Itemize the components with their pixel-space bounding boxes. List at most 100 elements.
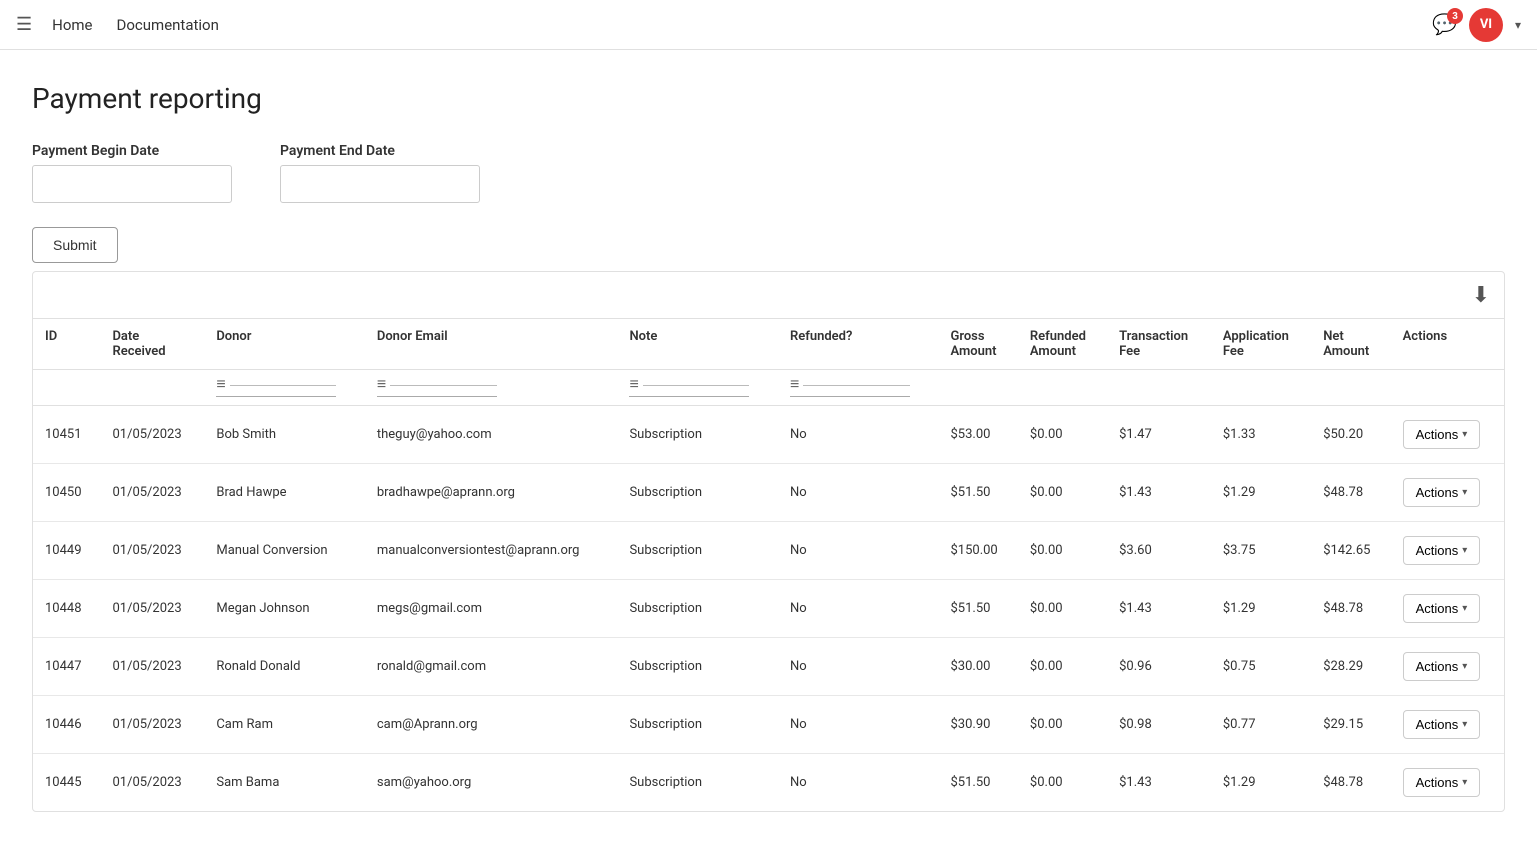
nav-documentation-link[interactable]: Documentation: [117, 16, 219, 34]
actions-button[interactable]: Actions ▾: [1403, 536, 1481, 565]
cell-refunded: No: [778, 638, 939, 696]
cell-application-fee: $1.29: [1211, 754, 1311, 812]
cell-application-fee: $0.75: [1211, 638, 1311, 696]
submit-button[interactable]: Submit: [32, 227, 118, 263]
end-date-input[interactable]: [280, 165, 480, 203]
actions-button[interactable]: Actions ▾: [1403, 594, 1481, 623]
cell-refunded: No: [778, 754, 939, 812]
cell-id: 10449: [33, 522, 100, 580]
nav-home-link[interactable]: Home: [52, 16, 92, 34]
cell-donor-email: theguy@yahoo.com: [365, 406, 618, 464]
col-header-application-fee: ApplicationFee: [1211, 319, 1311, 370]
actions-chevron-icon: ▾: [1462, 545, 1467, 556]
cell-refunded-amount: $0.00: [1018, 464, 1107, 522]
avatar-chevron-icon[interactable]: ▾: [1515, 18, 1521, 32]
actions-button[interactable]: Actions ▾: [1403, 652, 1481, 681]
cell-transaction-fee: $1.43: [1107, 580, 1211, 638]
actions-label: Actions: [1416, 427, 1459, 442]
donor-email-filter-input[interactable]: ≡: [377, 374, 497, 397]
navbar-links: Home Documentation: [52, 16, 1432, 34]
cell-refunded: No: [778, 580, 939, 638]
actions-button[interactable]: Actions ▾: [1403, 710, 1481, 739]
actions-label: Actions: [1416, 659, 1459, 674]
end-date-label: Payment End Date: [280, 143, 480, 159]
cell-id: 10448: [33, 580, 100, 638]
hamburger-menu-icon[interactable]: ☰: [16, 14, 32, 35]
cell-gross-amount: $30.00: [938, 638, 1017, 696]
refunded-filter-icon: ≡: [790, 374, 799, 394]
cell-application-fee: $1.29: [1211, 464, 1311, 522]
col-header-note: Note: [617, 319, 778, 370]
cell-gross-amount: $30.90: [938, 696, 1017, 754]
payment-table-container: ⬇︎ ID DateReceived Donor Donor Email Not…: [32, 271, 1505, 812]
actions-chevron-icon: ▾: [1462, 777, 1467, 788]
page-title: Payment reporting: [32, 82, 1505, 115]
cell-donor-email: sam@yahoo.org: [365, 754, 618, 812]
cell-transaction-fee: $0.98: [1107, 696, 1211, 754]
actions-chevron-icon: ▾: [1462, 603, 1467, 614]
cell-donor-email: manualconversiontest@aprann.org: [365, 522, 618, 580]
table-row: 10451 01/05/2023 Bob Smith theguy@yahoo.…: [33, 406, 1504, 464]
cell-date: 01/05/2023: [100, 696, 204, 754]
actions-button[interactable]: Actions ▾: [1403, 478, 1481, 507]
cell-id: 10445: [33, 754, 100, 812]
cell-actions: Actions ▾: [1391, 754, 1504, 812]
donor-filter-icon: ≡: [216, 374, 225, 394]
cell-refunded-amount: $0.00: [1018, 406, 1107, 464]
cell-transaction-fee: $1.43: [1107, 464, 1211, 522]
filter-form: Payment Begin Date Payment End Date: [32, 143, 1505, 203]
cell-net-amount: $29.15: [1311, 696, 1390, 754]
table-header-row: ID DateReceived Donor Donor Email Note R…: [33, 319, 1504, 370]
cell-id: 10447: [33, 638, 100, 696]
cell-date: 01/05/2023: [100, 580, 204, 638]
cell-transaction-fee: $1.47: [1107, 406, 1211, 464]
table-body: 10451 01/05/2023 Bob Smith theguy@yahoo.…: [33, 406, 1504, 812]
begin-date-input[interactable]: [32, 165, 232, 203]
col-header-id: ID: [33, 319, 100, 370]
cell-actions: Actions ▾: [1391, 464, 1504, 522]
cell-net-amount: $48.78: [1311, 754, 1390, 812]
cell-net-amount: $28.29: [1311, 638, 1390, 696]
download-button[interactable]: ⬇︎: [1472, 282, 1490, 308]
col-header-donor: Donor: [204, 319, 365, 370]
refunded-filter-input[interactable]: ≡: [790, 374, 910, 397]
download-icon: ⬇︎: [1472, 282, 1490, 307]
note-filter-input[interactable]: ≡: [629, 374, 749, 397]
cell-donor: Megan Johnson: [204, 580, 365, 638]
cell-note: Subscription: [617, 406, 778, 464]
table-toolbar: ⬇︎: [33, 272, 1504, 319]
cell-date: 01/05/2023: [100, 464, 204, 522]
cell-application-fee: $1.29: [1211, 580, 1311, 638]
table-row: 10447 01/05/2023 Ronald Donald ronald@gm…: [33, 638, 1504, 696]
cell-donor: Ronald Donald: [204, 638, 365, 696]
cell-donor: Brad Hawpe: [204, 464, 365, 522]
table-row: 10448 01/05/2023 Megan Johnson megs@gmai…: [33, 580, 1504, 638]
actions-label: Actions: [1416, 601, 1459, 616]
cell-actions: Actions ▾: [1391, 580, 1504, 638]
avatar[interactable]: VI: [1469, 8, 1503, 42]
actions-button[interactable]: Actions ▾: [1403, 420, 1481, 449]
cell-application-fee: $1.33: [1211, 406, 1311, 464]
cell-refunded: No: [778, 696, 939, 754]
cell-transaction-fee: $1.43: [1107, 754, 1211, 812]
notification-button[interactable]: 💬 3: [1432, 12, 1457, 37]
cell-note: Subscription: [617, 522, 778, 580]
actions-label: Actions: [1416, 485, 1459, 500]
cell-donor-email: cam@Aprann.org: [365, 696, 618, 754]
table-row: 10446 01/05/2023 Cam Ram cam@Aprann.org …: [33, 696, 1504, 754]
table-row: 10449 01/05/2023 Manual Conversion manua…: [33, 522, 1504, 580]
cell-actions: Actions ▾: [1391, 638, 1504, 696]
donor-filter-input[interactable]: ≡: [216, 374, 336, 397]
cell-refunded: No: [778, 406, 939, 464]
cell-donor: Bob Smith: [204, 406, 365, 464]
col-header-donor-email: Donor Email: [365, 319, 618, 370]
end-date-group: Payment End Date: [280, 143, 480, 203]
payment-table: ID DateReceived Donor Donor Email Note R…: [33, 319, 1504, 811]
cell-net-amount: $48.78: [1311, 580, 1390, 638]
col-header-actions: Actions: [1391, 319, 1504, 370]
cell-gross-amount: $51.50: [938, 580, 1017, 638]
cell-date: 01/05/2023: [100, 522, 204, 580]
cell-refunded-amount: $0.00: [1018, 580, 1107, 638]
cell-gross-amount: $51.50: [938, 754, 1017, 812]
actions-button[interactable]: Actions ▾: [1403, 768, 1481, 797]
